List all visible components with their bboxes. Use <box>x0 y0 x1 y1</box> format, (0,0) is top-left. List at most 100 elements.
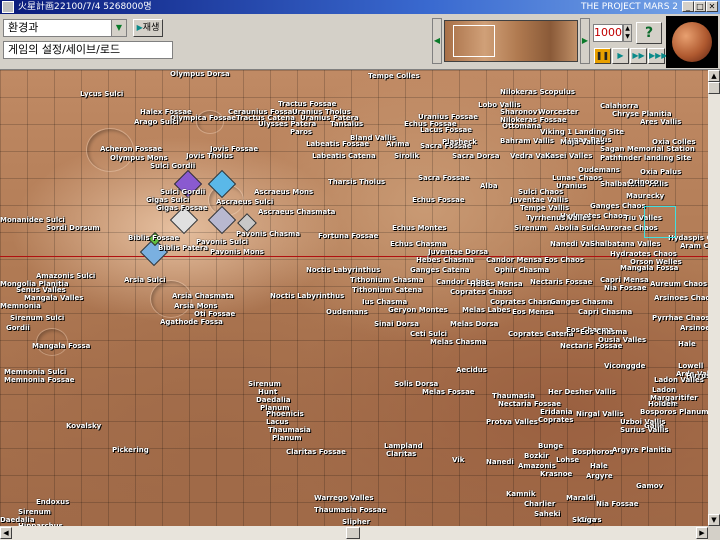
map-place-label: Sulci Gordii <box>150 162 196 170</box>
map-place-label: Viconggde <box>604 362 646 370</box>
map-place-label: Alba <box>480 182 498 190</box>
map-place-label: Charlier <box>524 500 556 508</box>
equator-line <box>0 256 708 257</box>
map-place-label: Olympus Mons <box>110 154 168 162</box>
scroll-down-button[interactable]: ▼ <box>708 514 720 526</box>
map-place-label: Hebes Chasma <box>416 256 474 264</box>
map-place-label: Mangala Valles <box>24 294 84 302</box>
map-place-label: Arsia Sulci <box>124 276 166 284</box>
vertical-scrollbar[interactable]: ▲ ▼ <box>708 70 720 526</box>
map-place-label: Her Desher Vallis <box>548 388 616 396</box>
map-place-label: Coprates <box>538 416 574 424</box>
map-place-label: Oti Fossae <box>194 310 236 318</box>
map-place-label: Nia Fossae <box>604 284 647 292</box>
spin-up-icon[interactable]: ▲ <box>624 25 631 33</box>
scroll-up-button[interactable]: ▲ <box>708 70 720 82</box>
map-place-label: Senus Valles <box>16 286 66 294</box>
map-place-label: Tharsis Tholus <box>328 178 386 186</box>
game-settings-menu[interactable]: 게임의 설정/세이브/로드 <box>3 41 173 59</box>
map-place-label: Bozkir <box>524 452 549 460</box>
map-place-label: Biblis Patera <box>158 244 209 252</box>
mars-globe-icon[interactable] <box>666 16 718 68</box>
map-place-label: Lampland <box>384 442 423 450</box>
map-place-label: Sacra Dorsa <box>452 152 500 160</box>
map-place-label: Chryse Planitia <box>612 110 672 118</box>
map-place-label: Warrego Valles <box>314 494 374 502</box>
scroll-right-button[interactable]: ▶ <box>696 527 708 539</box>
map-place-label: Memnonia <box>0 302 41 310</box>
map-place-label: Lohse <box>556 456 580 464</box>
mars-map[interactable]: Olympus Dorsa Tempe Colles Nilokeras Scopu… <box>0 70 708 526</box>
replay-button[interactable]: ▶재생 <box>133 19 163 37</box>
map-place-label: Gigas Fossae <box>156 204 208 212</box>
map-place-label: Arima <box>386 140 410 148</box>
map-place-label: Bunge <box>538 442 564 450</box>
map-place-label: Ascraeus Chasmata <box>258 208 336 216</box>
map-place-label: Uranius <box>556 182 587 190</box>
vertical-scroll-thumb[interactable] <box>708 82 720 94</box>
minimap-right-arrow[interactable]: ▶ <box>580 18 590 64</box>
play-speed-3-button[interactable]: ▶▶▶ <box>648 48 667 64</box>
map-place-label: Biblis Fossae <box>128 234 180 242</box>
horizontal-scroll-thumb[interactable] <box>346 527 360 539</box>
map-place-label: Lowell <box>678 362 704 370</box>
map-place-label: Bosporos Planum <box>640 408 708 416</box>
map-place-label: Ladon <box>652 386 676 394</box>
map-place-label: Sagan Memorial Station <box>600 145 695 153</box>
date-population-status: 2100/7/4 5268000명 <box>60 2 152 12</box>
map-place-label: Thaumasia Fossae <box>314 506 387 514</box>
close-button[interactable]: ✕ <box>706 1 718 12</box>
spin-down-icon[interactable]: ▼ <box>624 33 631 41</box>
play-speed-2-button[interactable]: ▶▶ <box>630 48 647 64</box>
minimize-button[interactable]: _ <box>682 1 694 12</box>
map-place-label: Calahorra <box>600 102 639 110</box>
map-place-label: Labeatis Fossae <box>306 140 370 148</box>
map-place-label: Echus Fossae <box>412 196 465 204</box>
map-place-label: Aecidus <box>456 366 487 374</box>
map-place-label: Eos Mensa <box>512 308 554 316</box>
help-button[interactable]: ? <box>636 22 662 44</box>
map-place-label: Ganges Catena <box>410 266 470 274</box>
maximize-button[interactable]: □ <box>694 1 706 12</box>
map-place-label: Protva Valles <box>486 418 538 426</box>
minimap[interactable] <box>444 20 578 62</box>
minimap-left-arrow[interactable]: ◀ <box>432 18 442 64</box>
play-speed-1-button[interactable]: ▶ <box>612 48 629 64</box>
pause-button[interactable]: ❚❚ <box>594 48 611 64</box>
map-place-label: Bahram Vallis <box>500 137 555 145</box>
map-place-label: Oxia Palus <box>640 168 682 176</box>
map-place-label: Claritas <box>386 450 417 458</box>
map-place-label: Sinai Dorsa <box>374 320 419 328</box>
map-place-label: Pyrrhae Chaos <box>652 314 708 322</box>
map-place-label: Oudemans <box>578 166 620 174</box>
map-place-label: Solis Dorsa <box>394 380 439 388</box>
map-place-label: Nirgal Vallis <box>576 410 624 418</box>
map-place-label: Ascraeus Mons <box>254 188 314 196</box>
horizontal-scrollbar[interactable]: ◀ ▶ <box>0 526 708 540</box>
map-place-label: Sirenum Sulci <box>10 314 65 322</box>
chevron-down-icon[interactable]: ▼ <box>111 20 126 36</box>
map-place-label: Nectaria Fossae <box>498 400 561 408</box>
map-place-label: Echus Montes <box>392 224 447 232</box>
selection-cursor[interactable] <box>644 206 676 238</box>
map-place-label: Lacus <box>266 418 289 426</box>
title-bar: 火星計画2 2100/7/4 5268000명 THE PROJECT MARS… <box>0 0 720 14</box>
map-place-label: Ganges Chaos <box>590 202 646 210</box>
minimap-viewport[interactable] <box>453 25 495 57</box>
view-select-value: 환경과 <box>8 21 39 34</box>
map-place-label: Ceti Sulci <box>410 330 448 338</box>
map-place-label: Candor Mensa <box>486 256 543 264</box>
map-place-label: Sharonov <box>500 108 538 116</box>
speed-value-field[interactable]: 1000 <box>593 24 623 42</box>
map-place-label: Acheron Fossae <box>100 145 163 153</box>
map-place-label: Juventae Dorsa <box>428 248 489 256</box>
speed-spinner[interactable]: ▲ ▼ <box>623 24 632 42</box>
map-place-label: Nia Fossae <box>596 500 639 508</box>
minimap-panel: ◀ ▶ <box>432 18 590 66</box>
map-place-label: Capri Chasma <box>578 308 633 316</box>
scroll-left-button[interactable]: ◀ <box>0 527 12 539</box>
map-place-label: Melas Dorsa <box>450 320 499 328</box>
map-place-label: Pavonis Mons <box>210 248 264 256</box>
view-select[interactable]: 환경과 ▼ <box>3 19 127 37</box>
map-place-label: Maurecky <box>626 192 665 200</box>
